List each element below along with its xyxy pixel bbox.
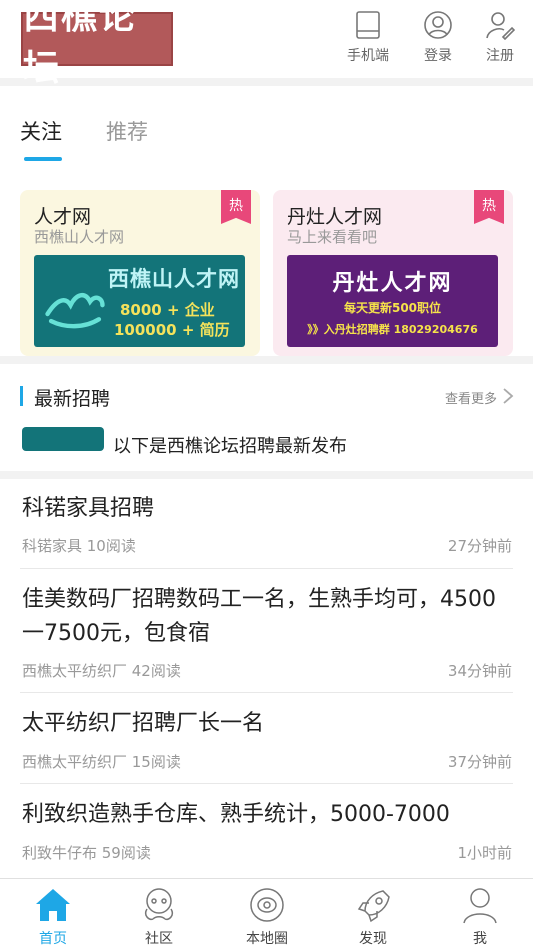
tabbar-item-me[interactable]: 我 bbox=[450, 885, 510, 948]
card-subtitle: 马上来看看吧 bbox=[287, 228, 378, 246]
login-button[interactable]: 登录 bbox=[408, 10, 468, 68]
tab-follow[interactable]: 关注 bbox=[20, 116, 62, 146]
list-item[interactable]: 佳美数码厂招聘数码工一名，生熟手均可，4500一7500元，包食宿 西樵太平纺织… bbox=[0, 569, 533, 692]
danzao-talent-banner[interactable]: 丹灶人才网 每天更新500职位 》》入丹灶招聘群 18029204676 bbox=[287, 255, 498, 347]
post-title: 佳美数码厂招聘数码工一名，生熟手均可，4500一7500元，包食宿 bbox=[22, 587, 496, 646]
app-header: 西樵论坛 手机端 登录 注册 bbox=[0, 0, 533, 89]
tabbar-label: 首页 bbox=[39, 931, 67, 947]
phone-icon bbox=[356, 11, 380, 39]
card-title: 人才网 bbox=[34, 206, 92, 228]
latest-recruitment-section: 最新招聘 查看更多 以下是西樵论坛招聘最新发布 bbox=[0, 364, 533, 471]
community-icon bbox=[144, 888, 174, 921]
hot-badge: 热 bbox=[221, 190, 251, 224]
chevron-right-icon[interactable] bbox=[501, 386, 515, 406]
bottom-tab-bar: 首页 社区 本地圈 发现 我 bbox=[0, 878, 533, 948]
active-tab-indicator bbox=[24, 157, 62, 161]
post-meta: 西樵太平纺织厂 42阅读 bbox=[22, 662, 181, 680]
post-meta: 利致牛仔布 59阅读 bbox=[22, 844, 151, 862]
user-edit-icon bbox=[486, 12, 515, 40]
post-list: 科锘家具招聘 科锘家具 10阅读 27分钟前 佳美数码厂招聘数码工一名，生熟手均… bbox=[0, 479, 533, 879]
card-title: 丹灶人才网 bbox=[287, 206, 383, 228]
post-time: 27分钟前 bbox=[447, 537, 512, 555]
section-accent-bar bbox=[20, 386, 23, 406]
register-button-label: 注册 bbox=[486, 48, 514, 64]
featured-section: 关注 推荐 人才网 西樵山人才网 热 西樵山人才网 8000 + 企业 1000… bbox=[0, 86, 533, 356]
user-circle-icon bbox=[424, 11, 452, 39]
mobile-button-label: 手机端 bbox=[347, 48, 389, 64]
marquee-badge bbox=[22, 427, 104, 451]
banner-title: 丹灶人才网 bbox=[332, 271, 453, 296]
login-button-label: 登录 bbox=[424, 48, 452, 64]
post-meta: 西樵太平纺织厂 15阅读 bbox=[22, 753, 181, 771]
tabbar-item-discover[interactable]: 发现 bbox=[343, 885, 403, 948]
tabbar-label: 我 bbox=[473, 931, 487, 947]
rocket-icon bbox=[357, 890, 390, 923]
post-meta: 科锘家具 10阅读 bbox=[22, 537, 136, 555]
marquee-text[interactable]: 以下是西樵论坛招聘最新发布 bbox=[113, 432, 347, 458]
list-item[interactable]: 利致织造熟手仓库、熟手统计，5000-7000 利致牛仔布 59阅读 1小时前 bbox=[0, 784, 533, 874]
tabbar-item-home[interactable]: 首页 bbox=[23, 885, 83, 948]
post-time: 1小时前 bbox=[457, 844, 512, 862]
card-subtitle: 西樵山人才网 bbox=[34, 228, 125, 246]
banner-line: 8000 + 企业 bbox=[120, 301, 215, 319]
list-item[interactable]: 科锘家具招聘 科锘家具 10阅读 27分钟前 bbox=[0, 479, 533, 569]
card-danzao-talent[interactable]: 丹灶人才网 马上来看看吧 热 丹灶人才网 每天更新500职位 》》入丹灶招聘群 … bbox=[273, 190, 513, 356]
tabbar-item-community[interactable]: 社区 bbox=[129, 885, 189, 948]
profile-icon bbox=[463, 888, 497, 924]
local-circle-icon bbox=[250, 888, 284, 922]
section-title: 最新招聘 bbox=[34, 388, 111, 410]
tabbar-label: 本地圈 bbox=[246, 931, 288, 947]
card-talent-network[interactable]: 人才网 西樵山人才网 热 西樵山人才网 8000 + 企业 100000 + 简… bbox=[20, 190, 260, 356]
banner-line: 100000 + 简历 bbox=[114, 321, 230, 339]
post-title: 科锘家具招聘 bbox=[22, 496, 155, 521]
tab-recommend[interactable]: 推荐 bbox=[106, 116, 148, 146]
view-more-link[interactable]: 查看更多 bbox=[445, 388, 497, 407]
post-title: 太平纺织厂招聘厂长一名 bbox=[22, 711, 265, 736]
home-icon bbox=[36, 889, 70, 921]
tabbar-label: 社区 bbox=[145, 931, 173, 947]
hot-badge: 热 bbox=[474, 190, 504, 224]
banner-line: 每天更新500职位 bbox=[343, 301, 442, 315]
tabbar-item-local-circle[interactable]: 本地圈 bbox=[237, 885, 297, 948]
tabbar-label: 发现 bbox=[359, 931, 387, 947]
banner-line: 》》入丹灶招聘群 18029204676 bbox=[307, 323, 478, 336]
post-time: 34分钟前 bbox=[447, 662, 512, 680]
xiqiao-talent-banner[interactable]: 西樵山人才网 8000 + 企业 100000 + 简历 bbox=[34, 255, 245, 347]
site-logo[interactable]: 西樵论坛 bbox=[21, 0, 173, 89]
register-button[interactable]: 注册 bbox=[470, 10, 530, 68]
mobile-button[interactable]: 手机端 bbox=[338, 10, 398, 68]
banner-title: 西樵山人才网 bbox=[108, 267, 240, 291]
mountain-logo-icon bbox=[45, 293, 105, 329]
list-item[interactable]: 太平纺织厂招聘厂长一名 西樵太平纺织厂 15阅读 37分钟前 bbox=[0, 693, 533, 783]
post-time: 37分钟前 bbox=[447, 753, 512, 771]
post-title: 利致织造熟手仓库、熟手统计，5000-7000 bbox=[22, 802, 450, 827]
